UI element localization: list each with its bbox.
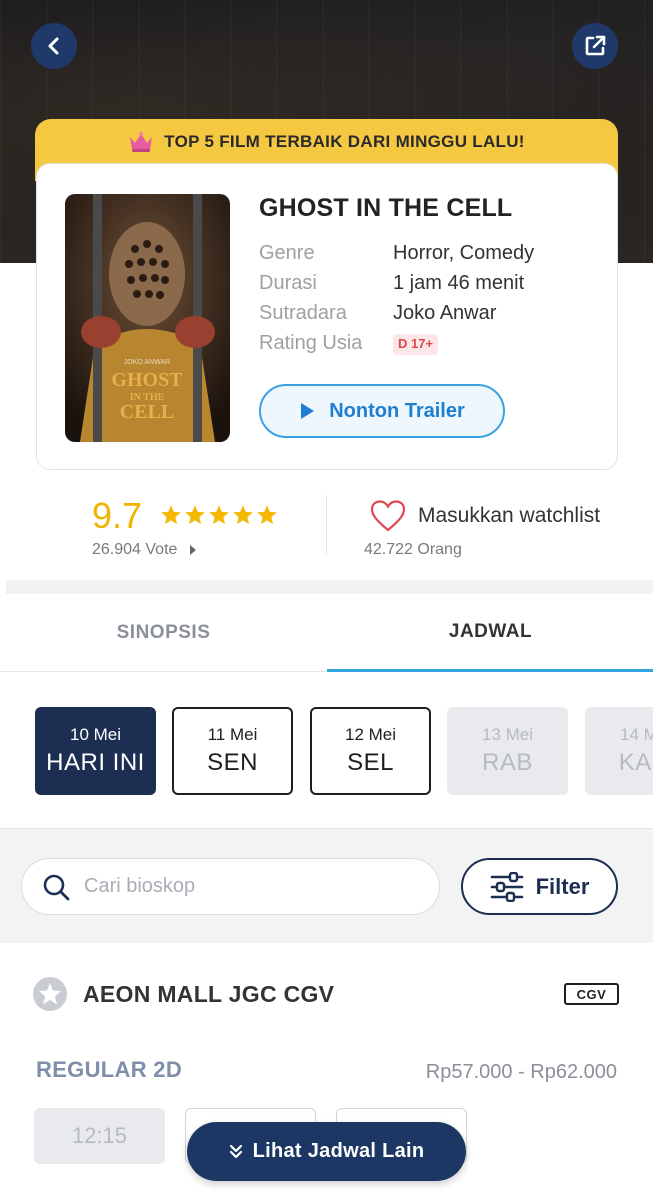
showtime-button-disabled: 12:15 — [34, 1108, 165, 1164]
filter-label: Filter — [535, 873, 590, 899]
vote-count-link[interactable]: 26.904 Vote — [92, 541, 197, 559]
date-option[interactable]: 12 Mei SEL — [310, 707, 431, 795]
watch-trailer-button[interactable]: Nonton Trailer — [259, 384, 505, 438]
date-option[interactable]: 11 Mei SEN — [172, 707, 293, 795]
movie-card: GHOST IN THE CELL JOKO ANWAR GHOST IN TH… — [36, 163, 618, 470]
age-rating-badge: D 17+ — [393, 334, 439, 355]
share-button[interactable] — [572, 23, 618, 69]
date-label: 14 Mei — [619, 725, 653, 744]
date-option-disabled: 14 Mei KAM — [585, 707, 653, 795]
movie-title: GHOST IN THE CELL — [259, 194, 513, 222]
date-label: 11 Mei — [207, 725, 258, 744]
star-icon — [161, 505, 181, 524]
divider — [326, 495, 327, 555]
info-director: Sutradara Joko Anwar — [259, 302, 496, 325]
star-icon — [209, 505, 229, 524]
movie-poster[interactable]: GHOST IN THE CELL JOKO ANWAR — [65, 194, 230, 442]
day-label: KAM — [618, 749, 653, 776]
day-label: SEL — [347, 749, 394, 776]
info-age-rating: Rating Usia D 17+ — [259, 332, 439, 355]
tab-sinopsis[interactable]: SINOPSIS — [0, 594, 327, 672]
day-label: RAB — [482, 749, 533, 776]
cinema-brand-logo: CGV — [564, 983, 619, 1005]
date-option-today[interactable]: 10 Mei HARI INI — [35, 707, 156, 795]
svg-text:GHOST: GHOST — [111, 369, 183, 391]
star-favorite-icon[interactable] — [33, 977, 67, 1011]
info-genre: Genre Horror, Comedy — [259, 242, 534, 265]
date-selector: 10 Mei HARI INI 11 Mei SEN 12 Mei SEL 13… — [0, 672, 653, 828]
svg-text:CELL: CELL — [120, 401, 174, 423]
crown-icon — [130, 132, 153, 152]
see-more-schedule-button[interactable]: Lihat Jadwal Lain — [187, 1122, 466, 1181]
info-value: 1 jam 46 menit — [393, 272, 525, 294]
add-watchlist-button[interactable]: Masukkan watchlist — [370, 500, 600, 532]
svg-text:JOKO ANWAR: JOKO ANWAR — [124, 359, 170, 366]
external-link-icon — [585, 35, 606, 56]
caret-right-icon — [190, 545, 197, 555]
star-icon — [233, 505, 253, 524]
rating-score: 9.7 — [92, 495, 143, 536]
search-bar-section: Filter — [0, 828, 653, 943]
info-value: Horror, Comedy — [393, 242, 535, 264]
day-label: HARI INI — [46, 749, 145, 776]
price-range: Rp57.000 - Rp62.000 — [425, 1061, 617, 1083]
star-icon — [257, 505, 277, 524]
info-label: Genre — [259, 242, 315, 264]
trailer-label: Nonton Trailer — [329, 399, 465, 422]
screen-format: REGULAR 2D — [36, 1057, 183, 1082]
search-icon — [43, 874, 70, 900]
date-label: 10 Mei — [69, 725, 122, 744]
heart-icon — [370, 500, 406, 532]
filter-button[interactable]: Filter — [461, 858, 618, 915]
info-label: Sutradara — [259, 302, 347, 324]
chevron-left-icon — [48, 37, 59, 55]
section-separator — [6, 580, 653, 594]
vote-count: 26.904 Vote — [92, 541, 178, 558]
watchlist-count: 42.722 Orang — [364, 541, 462, 558]
sliders-icon — [490, 871, 523, 902]
info-value: Joko Anwar — [393, 302, 497, 324]
banner-text: TOP 5 FILM TERBAIK DARI MINGGU LALU! — [164, 132, 525, 151]
date-option-disabled: 13 Mei RAB — [447, 707, 568, 795]
info-duration: Durasi 1 jam 46 menit — [259, 272, 524, 295]
tab-jadwal[interactable]: JADWAL — [327, 594, 653, 672]
star-icon — [185, 505, 205, 524]
rating-stars — [160, 504, 278, 526]
cinema-header[interactable]: AEON MALL JGC CGV — [33, 977, 334, 1011]
see-more-label: Lihat Jadwal Lain — [252, 1140, 425, 1162]
info-label: Rating Usia — [259, 332, 363, 354]
search-input[interactable] — [84, 875, 404, 898]
tab-bar: SINOPSIS JADWAL — [0, 594, 653, 672]
back-button[interactable] — [31, 23, 77, 69]
play-icon — [301, 403, 315, 419]
double-chevron-down-icon — [229, 1144, 242, 1158]
date-label: 12 Mei — [344, 725, 397, 744]
info-label: Durasi — [259, 272, 317, 294]
watchlist-label: Masukkan watchlist — [418, 504, 601, 527]
date-label: 13 Mei — [481, 725, 534, 744]
cinema-name: AEON MALL JGC CGV — [83, 980, 335, 1007]
day-label: SEN — [207, 749, 258, 776]
search-box[interactable] — [21, 858, 440, 915]
